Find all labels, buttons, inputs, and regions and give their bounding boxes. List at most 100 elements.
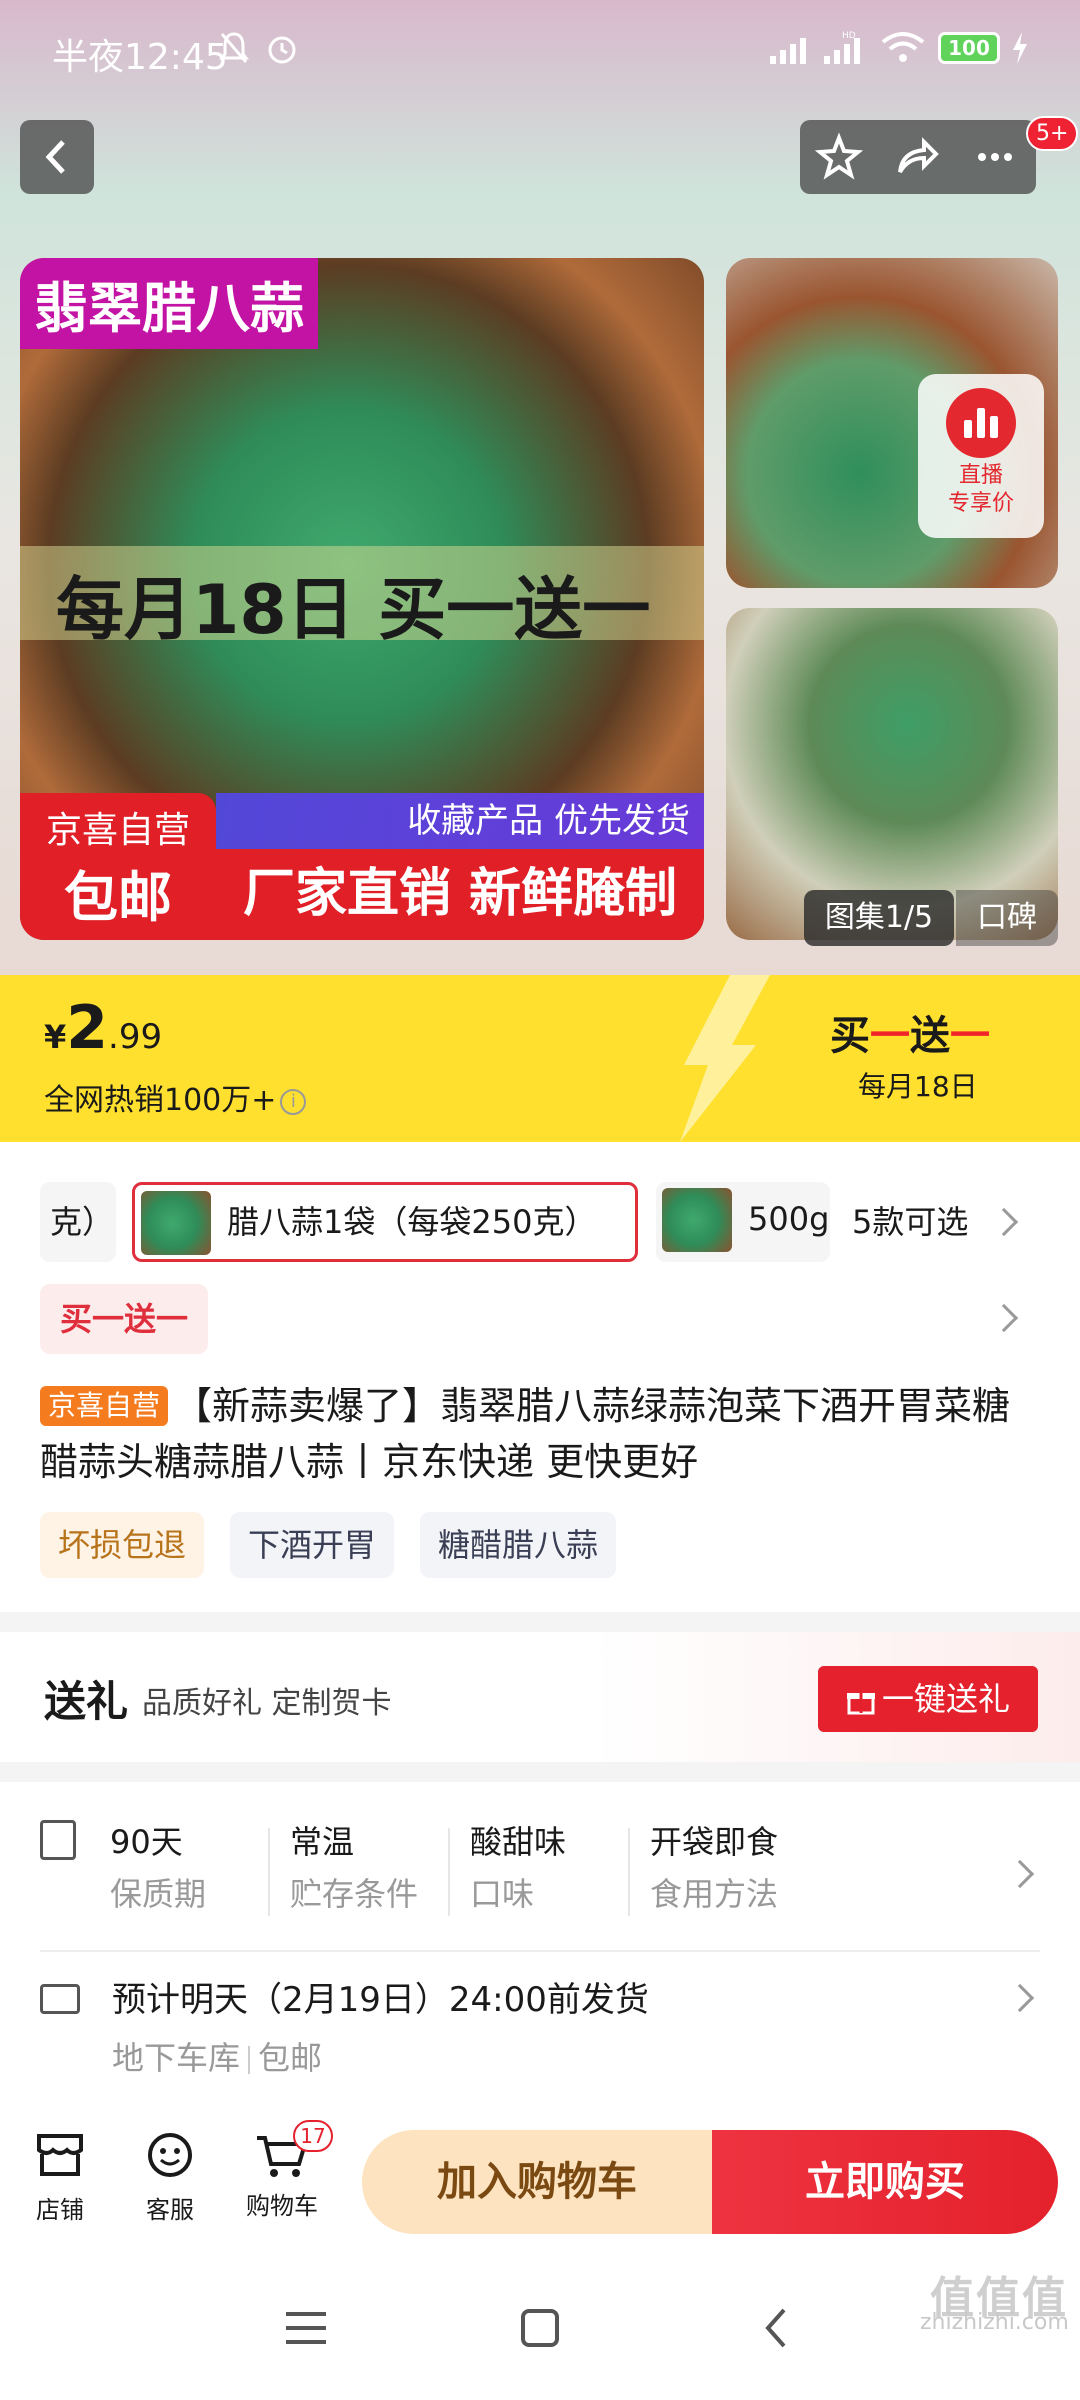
document-icon [40, 1820, 76, 1860]
image-promo-text: 每月18日 买一送一 [56, 571, 651, 650]
spec-card: 90天 保质期 常温 贮存条件 酸甜味 口味 开袋即食 食用方法 预计明天（2月… [0, 1782, 1080, 2142]
signal-icon [770, 38, 806, 64]
free-shipping-label: 包邮 [64, 866, 172, 929]
spec-storage[interactable]: 常温 贮存条件 [290, 1818, 418, 1922]
chevron-left-icon [45, 140, 65, 174]
truck-icon [40, 1984, 80, 2014]
sku-thumbnail [662, 1188, 732, 1252]
self-run-badge: 京喜自营 包邮 [20, 793, 216, 940]
price-band: ¥2.99 全网热销100万+ i 买一送一 每月18日 [0, 975, 1080, 1142]
back-nav-icon[interactable] [746, 2304, 806, 2352]
chevron-right-icon[interactable] [1005, 1983, 1035, 2013]
gift-icon [846, 1693, 875, 1715]
status-bar: 半夜12:45 HD 100 [0, 0, 1080, 100]
send-gift-label: 一键送礼 [881, 1680, 1010, 1718]
wifi-icon [881, 32, 925, 62]
reviews-tab[interactable]: 口碑 [956, 890, 1058, 946]
shop-button[interactable]: 店铺 [10, 2130, 110, 2225]
promo-tag[interactable]: 买一送一 [40, 1284, 209, 1354]
home-icon[interactable] [510, 2304, 570, 2352]
free-shipping-label: 包邮 [258, 2039, 323, 2077]
price-integer: 2 [66, 993, 109, 1063]
alarm-icon [268, 36, 296, 64]
sku-thumbnail [141, 1191, 211, 1255]
chat-face-icon [148, 2133, 192, 2177]
collect-band: 收藏产品 优先发货 [216, 793, 704, 849]
shop-label: 店铺 [36, 2196, 84, 2224]
menu-icon[interactable] [276, 2304, 336, 2352]
favorite-button[interactable] [800, 120, 878, 194]
system-nav-bar [0, 2256, 1080, 2400]
lightning-icon [680, 975, 770, 1142]
live-badge[interactable]: 直播 专享价 [918, 374, 1044, 538]
live-icon [946, 388, 1016, 458]
spec-usage[interactable]: 开袋即食 食用方法 [650, 1818, 778, 1922]
chevron-right-icon[interactable] [989, 1207, 1019, 1237]
battery-icon: 100 [938, 32, 1000, 64]
signal-hd-icon: HD [824, 31, 860, 64]
sku-label: 500g [748, 1200, 830, 1238]
sku-option-selected[interactable]: 腊八蒜1袋（每袋250克） [132, 1182, 638, 1262]
spec-flavor[interactable]: 酸甜味 口味 [470, 1818, 566, 1922]
more-button[interactable] [956, 120, 1034, 194]
price-decimal: .99 [108, 1017, 163, 1057]
notification-badge: 5+ [1026, 116, 1079, 151]
cart-count-badge: 17 [293, 2120, 333, 2152]
product-info-card: 克） 腊八蒜1袋（每袋250克） 500g 5款可选 买一送一 京喜自营 【新蒜卖… [0, 1142, 1080, 1612]
service-button[interactable]: 客服 [120, 2130, 220, 2225]
sales-text: 全网热销100万+ [44, 1083, 277, 1118]
sales-info[interactable]: 全网热销100万+ i [44, 1075, 307, 1119]
shipping-details: 地下车库 包邮 [112, 2032, 322, 2084]
tag-appetizer[interactable]: 下酒开胃 [230, 1512, 395, 1578]
add-to-cart-button[interactable]: 加入购物车 [362, 2130, 712, 2234]
factory-band: 厂家直销 新鲜腌制 [216, 849, 704, 940]
hero-area: 半夜12:45 HD 100 5+ 翡翠腊八蒜 每月18日 买一送一 京喜自营 … [0, 0, 1080, 975]
warehouse-label: 地下车库 [112, 2039, 241, 2077]
watermark-text: zhizhizhi.com [920, 2310, 1069, 2335]
bottom-action-bar: 店铺 客服 17 购物车 加入购物车 立即购买 [0, 2110, 1080, 2256]
tag-sweet-sour[interactable]: 糖醋腊八蒜 [420, 1512, 617, 1578]
sku-count[interactable]: 5款可选 [852, 1182, 968, 1262]
image-title: 翡翠腊八蒜 [20, 258, 318, 349]
side-thumbnail-1[interactable]: 直播 专享价 [726, 258, 1058, 588]
store-icon [37, 2134, 83, 2176]
promo-date: 每月18日 [858, 1070, 978, 1103]
buy-now-button[interactable]: 立即购买 [712, 2130, 1058, 2234]
currency-symbol: ¥ [44, 1018, 67, 1056]
chevron-right-icon[interactable] [989, 1303, 1019, 1333]
self-run-label: 京喜自营 [45, 810, 190, 851]
info-icon: i [280, 1088, 307, 1115]
shipping-estimate[interactable]: 预计明天（2月19日）24:00前发货 [112, 1974, 649, 2026]
self-run-tag: 京喜自营 [40, 1386, 169, 1426]
back-button[interactable] [20, 120, 94, 194]
bell-off-icon [219, 32, 249, 63]
cart-button[interactable]: 17 购物车 [232, 2120, 333, 2221]
product-title-text: 【新蒜卖爆了】翡翠腊八蒜绿蒜泡菜下酒开胃菜糖醋蒜头糖蒜腊八蒜丨京东快递 更快更好 [40, 1384, 1011, 1484]
price: ¥2.99 [44, 993, 162, 1063]
star-icon [814, 132, 864, 180]
gift-card: 送礼 品质好礼 定制贺卡 一键送礼 [0, 1632, 1080, 1762]
sku-option-next[interactable]: 500g [656, 1182, 830, 1262]
send-gift-button[interactable]: 一键送礼 [818, 1666, 1038, 1732]
gift-subtitle: 品质好礼 定制贺卡 [142, 1686, 392, 1721]
product-title: 京喜自营 【新蒜卖爆了】翡翠腊八蒜绿蒜泡菜下酒开胃菜糖醋蒜头糖蒜腊八蒜丨京东快递 … [40, 1378, 1040, 1490]
more-dots-icon [978, 153, 1012, 161]
service-label: 客服 [146, 2196, 194, 2224]
sku-option-prev[interactable]: 克） [40, 1182, 116, 1262]
cart-label: 购物车 [246, 2192, 318, 2220]
spec-shelf-life[interactable]: 90天 保质期 [110, 1818, 206, 1922]
gallery-button[interactable]: 图集1/5 [804, 890, 954, 946]
share-button[interactable] [878, 120, 956, 194]
svg-text:HD: HD [842, 31, 856, 41]
live-label: 直播 [958, 463, 1003, 488]
status-time: 半夜12:45 [52, 37, 228, 78]
live-price-label: 专享价 [947, 491, 1014, 516]
chevron-right-icon[interactable] [1005, 1859, 1035, 1889]
sku-selector: 克） 腊八蒜1袋（每袋250克） 500g 5款可选 [0, 1172, 1080, 1268]
main-product-image[interactable]: 翡翠腊八蒜 每月18日 买一送一 京喜自营 包邮 收藏产品 优先发货 厂家直销 … [20, 258, 704, 940]
gift-title: 送礼 [44, 1677, 129, 1726]
buy-one-get-one: 买一送一 [830, 1013, 990, 1059]
top-actions [800, 120, 1036, 194]
tag-damage-refund[interactable]: 坏损包退 [40, 1512, 205, 1578]
charging-icon [1013, 32, 1027, 64]
